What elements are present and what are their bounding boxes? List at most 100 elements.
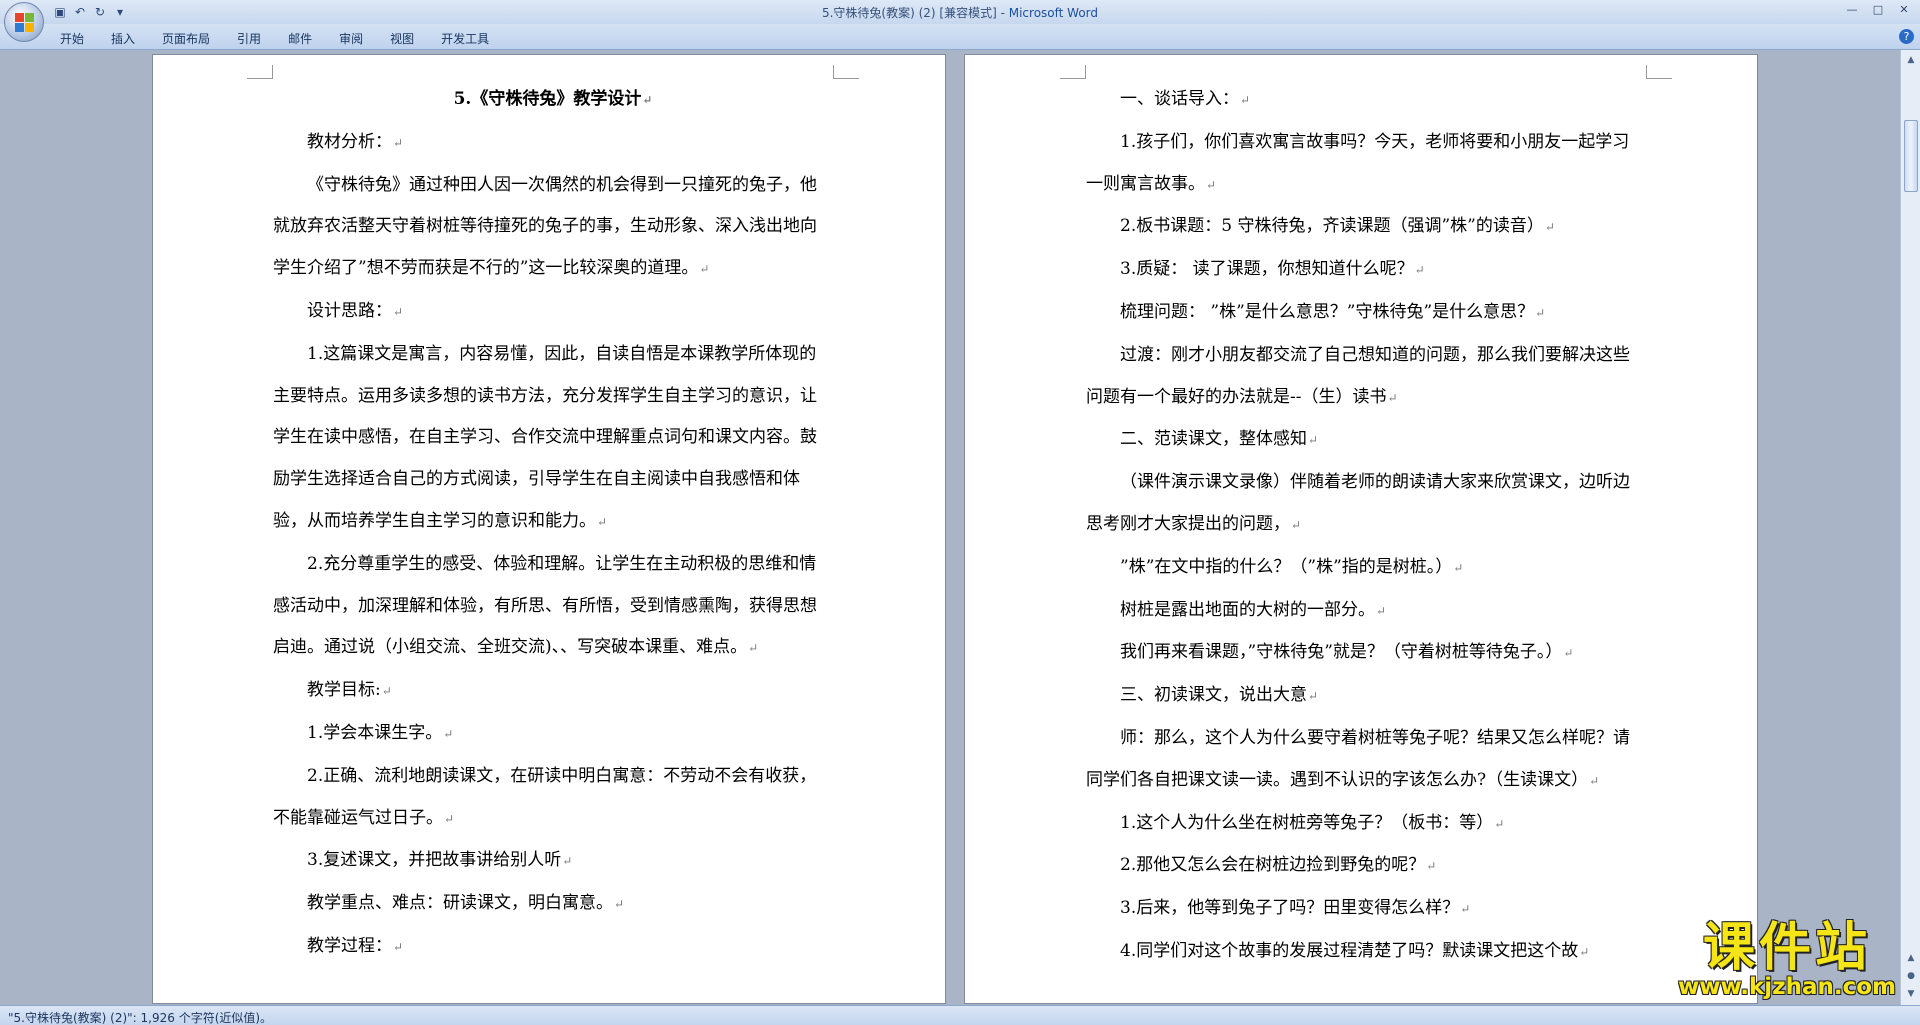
- document-paragraph: 设计思路：↵: [273, 291, 833, 334]
- ribbon-tab-bar: 开始 插入 页面布局 引用 邮件 审阅 视图 开发工具 ?: [0, 24, 1920, 50]
- close-icon[interactable]: ✕: [1892, 2, 1916, 18]
- paragraph-mark-icon: ↵: [748, 641, 759, 656]
- paragraph-text: 我们再来看课题，”守株待兔”就是？（守着树桩等待兔子。）: [1120, 642, 1563, 663]
- paragraph-mark-icon: ↵: [1308, 433, 1319, 448]
- tab-insert[interactable]: 插入: [101, 30, 152, 47]
- page-2-text[interactable]: 一、谈话导入：↵ 1.孩子们，你们喜欢寓言故事吗？今天，老师将要和小朋友一起学习一…: [1086, 79, 1646, 974]
- window-title: 5.守株待兔(教案) (2) [兼容模式] - Microsoft Word: [821, 6, 1099, 20]
- paragraph-text: 教材分析：: [307, 131, 392, 152]
- document-paragraph: 一、谈话导入：↵: [1086, 79, 1646, 122]
- document-paragraph: 三、初读课文，说出大意↵: [1086, 675, 1646, 718]
- paragraph-text: 树桩是露出地面的大树的一部分。: [1120, 599, 1375, 620]
- paragraph-text: 2.充分尊重学生的感受、体验和理解。让学生在主动积极的思维和情感活动中，加深理解…: [273, 553, 817, 658]
- scrollbar-thumb[interactable]: [1904, 120, 1918, 192]
- document-paragraph: 我们再来看课题，”守株待兔”就是？（守着树桩等待兔子。）↵: [1086, 632, 1646, 675]
- previous-page-icon[interactable]: ▲: [1903, 950, 1919, 966]
- paragraph-text: 三、初读课文，说出大意: [1120, 685, 1307, 706]
- document-paragraph: （课件演示课文录像）伴随着老师的朗读请大家来欣赏课文，边听边思考刚才大家提出的问…: [1086, 462, 1646, 547]
- watermark-logo: 课件站 www.kjzhan.com: [1672, 920, 1902, 1002]
- paragraph-mark-icon: ↵: [1426, 859, 1437, 874]
- window-controls: — □ ✕: [1840, 2, 1916, 18]
- vertical-scrollbar[interactable]: ▲ ▲ ● ▼: [1900, 50, 1920, 1005]
- paragraph-text: 1.孩子们，你们喜欢寓言故事吗？今天，老师将要和小朋友一起学习一则寓言故事。: [1086, 131, 1630, 194]
- document-paragraph: 教材分析：↵: [273, 122, 833, 165]
- paragraph-text: 梳理问题： ”株”是什么意思？”守株待兔”是什么意思？: [1120, 301, 1535, 322]
- paragraph-text: 2.那他又怎么会在树桩边捡到野兔的呢？: [1120, 855, 1426, 876]
- document-paragraph: 教学过程：↵: [273, 926, 833, 969]
- paragraph-mark-icon: ↵: [393, 135, 404, 150]
- scroll-up-icon[interactable]: ▲: [1903, 52, 1919, 68]
- paragraph-text: 师：那么，这个人为什么要守着树桩等兔子呢？结果又怎么样呢？请同学们各自把课文读一…: [1086, 727, 1630, 790]
- document-paragraph: 2.那他又怎么会在树桩边捡到野兔的呢？↵: [1086, 845, 1646, 888]
- paragraph-text: 3.后来，他等到兔子了吗？田里变得怎么样？: [1120, 898, 1460, 919]
- office-logo-icon: [15, 13, 35, 33]
- paragraph-mark-icon: ↵: [1563, 646, 1574, 661]
- document-title: 5.《守株待兔》教学设计↵: [453, 89, 653, 109]
- paragraph-mark-icon: ↵: [393, 304, 404, 319]
- paragraph-text: 二、范读课文，整体感知: [1120, 429, 1307, 450]
- browse-object-icon[interactable]: ●: [1903, 968, 1919, 984]
- paragraph-text: 2.板书课题：5 守株待兔，齐读课题（强调”株”的读音）: [1120, 216, 1544, 237]
- document-paragraph: 2.板书课题：5 守株待兔，齐读课题（强调”株”的读音）↵: [1086, 206, 1646, 249]
- paragraph-text: 1.这个人为什么坐在树桩旁等兔子？（板书：等）: [1120, 812, 1494, 833]
- paragraph-mark-icon: ↵: [1544, 220, 1555, 235]
- maximize-icon[interactable]: □: [1866, 2, 1890, 18]
- paragraph-mark-icon: ↵: [1206, 177, 1217, 192]
- paragraph-mark-icon: ↵: [1579, 944, 1590, 959]
- page-1-text[interactable]: 5.《守株待兔》教学设计↵ 教材分析：↵ 《守株待兔》通过种田人因一次偶然的机会得…: [273, 79, 833, 969]
- paragraph-mark-icon: ↵: [1308, 689, 1319, 704]
- tab-references[interactable]: 引用: [227, 30, 278, 47]
- paragraph-text: 1.学会本课生字。: [307, 722, 443, 743]
- document-paragraph: 过渡：刚才小朋友都交流了自己想知道的问题，那么我们要解决这些问题有一个最好的办法…: [1086, 335, 1646, 420]
- paragraph-mark-icon: ↵: [381, 684, 392, 699]
- document-paragraph: 教学重点、难点：研读课文，明白寓意。↵: [273, 883, 833, 926]
- next-page-icon[interactable]: ▼: [1903, 986, 1919, 1002]
- document-paragraph: 1.学会本课生字。↵: [273, 713, 833, 756]
- paragraph-mark-icon: ↵: [1376, 603, 1387, 618]
- paragraph-mark-icon: ↵: [1460, 902, 1471, 917]
- tab-view[interactable]: 视图: [380, 30, 431, 47]
- paragraph-mark-icon: ↵: [393, 939, 404, 954]
- tab-home[interactable]: 开始: [50, 30, 101, 47]
- document-page-2[interactable]: 一、谈话导入：↵ 1.孩子们，你们喜欢寓言故事吗？今天，老师将要和小朋友一起学习一…: [964, 54, 1758, 1004]
- tab-mailings[interactable]: 邮件: [278, 30, 329, 47]
- paragraph-mark-icon: ↵: [1414, 263, 1425, 278]
- paragraph-text: 2.正确、流利地朗读课文，在研读中明白寓意：不劳动不会有收获，不能靠碰运气过日子…: [273, 765, 817, 828]
- paragraph-mark-icon: ↵: [1535, 305, 1546, 320]
- watermark-url: www.kjzhan.com: [1678, 974, 1896, 1000]
- paragraph-text: 过渡：刚才小朋友都交流了自己想知道的问题，那么我们要解决这些问题有一个最好的办法…: [1086, 344, 1630, 407]
- help-icon[interactable]: ?: [1899, 29, 1914, 44]
- document-paragraph: 3.后来，他等到兔子了吗？田里变得怎么样？↵: [1086, 888, 1646, 931]
- paragraph-text: 3.复述课文，并把故事讲给别人听: [307, 850, 562, 871]
- title-bar: ▣ ↶ ↻ ▾ 5.守株待兔(教案) (2) [兼容模式] - Microsof…: [0, 0, 1920, 24]
- paragraph-text: 3.质疑： 读了课题，你想知道什么呢？: [1120, 259, 1414, 280]
- document-paragraph: 树桩是露出地面的大树的一部分。↵: [1086, 590, 1646, 633]
- paragraph-mark-icon: ↵: [1291, 517, 1302, 532]
- paragraph-text: 1.这篇课文是寓言，内容易懂，因此，自读自悟是本课教学所体现的主要特点。运用多读…: [273, 343, 817, 531]
- tab-developer[interactable]: 开发工具: [431, 30, 506, 47]
- document-paragraph: 教学目标:↵: [273, 670, 833, 713]
- status-word-count[interactable]: "5.守株待兔(教案) (2)": 1,926 个字符(近似值)。: [8, 1009, 272, 1025]
- paragraph-text: 教学过程：: [307, 935, 392, 956]
- paragraph-text: 一、谈话导入：: [1120, 89, 1239, 109]
- document-page-1[interactable]: 5.《守株待兔》教学设计↵ 教材分析：↵ 《守株待兔》通过种田人因一次偶然的机会得…: [152, 54, 946, 1004]
- office-button[interactable]: [4, 2, 44, 42]
- paragraph-mark-icon: ↵: [597, 514, 608, 529]
- crop-mark: [833, 65, 859, 79]
- paragraph-text: ”株”在文中指的什么？（”株”指的是树桩。）: [1120, 556, 1453, 577]
- paragraph-text: 教学重点、难点：研读课文，明白寓意。: [307, 893, 613, 914]
- watermark-title: 课件站: [1702, 918, 1871, 978]
- paragraph-mark-icon: ↵: [614, 897, 625, 912]
- paragraph-mark-icon: ↵: [1240, 93, 1251, 107]
- document-paragraph: 3.质疑： 读了课题，你想知道什么呢？↵: [1086, 249, 1646, 292]
- document-paragraph: 2.正确、流利地朗读课文，在研读中明白寓意：不劳动不会有收获，不能靠碰运气过日子…: [273, 756, 833, 841]
- paragraph-text: 设计思路：: [307, 300, 392, 321]
- document-paragraph: 1.这篇课文是寓言，内容易懂，因此，自读自悟是本课教学所体现的主要特点。运用多读…: [273, 334, 833, 544]
- paragraph-mark-icon: ↵: [1453, 560, 1464, 575]
- paragraph-text: 4.同学们对这个故事的发展过程清楚了吗？默读课文把这个故: [1120, 940, 1579, 961]
- minimize-icon[interactable]: —: [1840, 2, 1864, 18]
- document-paragraph: 二、范读课文，整体感知↵: [1086, 419, 1646, 462]
- tab-review[interactable]: 审阅: [329, 30, 380, 47]
- document-paragraph: 3.复述课文，并把故事讲给别人听↵: [273, 840, 833, 883]
- tab-page-layout[interactable]: 页面布局: [152, 30, 227, 47]
